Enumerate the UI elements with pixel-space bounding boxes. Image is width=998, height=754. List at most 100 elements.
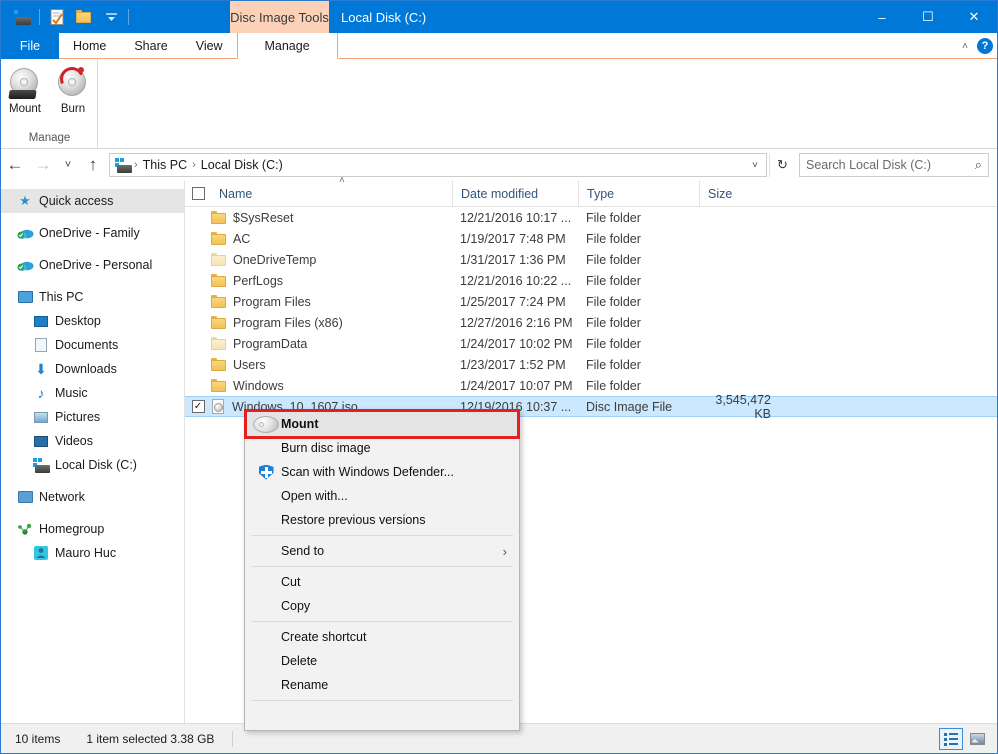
sidebar-item-onedrive-family[interactable]: OneDrive - Family xyxy=(1,221,184,245)
cell-date: 1/19/2017 7:48 PM xyxy=(452,232,578,246)
downloads-icon: ⬇ xyxy=(31,361,51,378)
file-name: ProgramData xyxy=(233,337,307,351)
column-header-date-modified[interactable]: Date modified xyxy=(452,181,578,207)
thumbnail-view-button[interactable] xyxy=(965,728,989,750)
table-row[interactable]: Users 1/23/2017 1:52 PM File folder xyxy=(185,354,997,375)
up-button[interactable]: ↑ xyxy=(79,151,107,179)
tab-share[interactable]: Share xyxy=(120,33,181,59)
refresh-button[interactable]: ↻ xyxy=(769,153,795,177)
defender-shield-icon xyxy=(253,465,279,480)
search-icon[interactable]: ⌕ xyxy=(975,157,982,173)
mount-button-label: Mount xyxy=(9,103,41,115)
sidebar-item-local-disk[interactable]: Local Disk (C:) xyxy=(1,453,184,477)
sidebar-item-quick-access[interactable]: ★ Quick access xyxy=(1,189,184,213)
menu-item-burn-disc-image[interactable]: Burn disc image xyxy=(245,436,519,460)
file-name: PerfLogs xyxy=(233,274,283,288)
column-headers: Name ˄ Date modified Type Size xyxy=(185,181,997,207)
menu-item-cut[interactable]: Cut xyxy=(245,570,519,594)
file-name: Windows xyxy=(233,379,284,393)
chevron-down-icon[interactable]: ˅ xyxy=(744,154,766,176)
column-header-size[interactable]: Size xyxy=(699,181,779,207)
breadcrumb-separator-0: › xyxy=(132,159,140,171)
menu-separator xyxy=(251,566,513,567)
breadcrumb-item-local-disk[interactable]: Local Disk (C:) xyxy=(198,158,286,172)
folder-icon xyxy=(211,358,227,371)
menu-item-copy[interactable]: Copy xyxy=(245,594,519,618)
mount-button[interactable]: Mount xyxy=(2,64,48,115)
table-row[interactable]: ProgramData 1/24/2017 10:02 PM File fold… xyxy=(185,333,997,354)
menu-item-create-shortcut[interactable]: Create shortcut xyxy=(245,625,519,649)
minimize-button[interactable]: – xyxy=(859,1,905,33)
drive-properties-icon[interactable] xyxy=(9,4,35,30)
table-row[interactable]: PerfLogs 12/21/2016 10:22 ... File folde… xyxy=(185,270,997,291)
recent-locations-button[interactable]: ˅ xyxy=(57,151,79,179)
forward-button[interactable]: → xyxy=(29,151,57,179)
close-button[interactable]: ✕ xyxy=(951,1,997,33)
nav-gap xyxy=(1,509,184,517)
sidebar-item-pictures[interactable]: Pictures xyxy=(1,405,184,429)
menu-item-properties[interactable] xyxy=(245,704,519,728)
breadcrumb[interactable]: › This PC › Local Disk (C:) ˅ xyxy=(109,153,767,177)
sidebar-item-label: This PC xyxy=(39,290,83,304)
new-folder-icon[interactable] xyxy=(71,4,97,30)
customize-dropdown-icon[interactable] xyxy=(98,4,124,30)
menu-item-label: Rename xyxy=(281,678,328,692)
sidebar-item-network[interactable]: Network xyxy=(1,485,184,509)
sidebar-item-music[interactable]: ♪ Music xyxy=(1,381,184,405)
maximize-button[interactable]: ☐ xyxy=(905,1,951,33)
column-header-type[interactable]: Type xyxy=(578,181,699,207)
tab-file[interactable]: File xyxy=(1,33,59,59)
sidebar-item-homegroup[interactable]: Homegroup xyxy=(1,517,184,541)
table-row[interactable]: Program Files 1/25/2017 7:24 PM File fol… xyxy=(185,291,997,312)
tab-manage[interactable]: Manage xyxy=(237,33,338,59)
ribbon-group-title: Manage xyxy=(1,132,98,144)
cell-type: Disc Image File xyxy=(578,400,699,414)
table-row[interactable]: $SysReset 12/21/2016 10:17 ... File fold… xyxy=(185,207,997,228)
breadcrumb-item-this-pc[interactable]: This PC xyxy=(140,158,190,172)
menu-item-label: Open with... xyxy=(281,489,348,503)
burn-button[interactable]: Burn xyxy=(50,64,96,115)
details-view-button[interactable] xyxy=(939,728,963,750)
menu-item-mount[interactable]: Mount xyxy=(245,412,519,436)
sidebar-item-label: Videos xyxy=(55,434,93,448)
file-name: $SysReset xyxy=(233,211,293,225)
cell-date: 12/27/2016 2:16 PM xyxy=(452,316,578,330)
menu-item-delete[interactable]: Delete xyxy=(245,649,519,673)
table-row[interactable]: OneDriveTemp 1/31/2017 1:36 PM File fold… xyxy=(185,249,997,270)
sidebar-item-onedrive-personal[interactable]: OneDrive - Personal xyxy=(1,253,184,277)
breadcrumb-separator-1: › xyxy=(190,159,198,171)
menu-item-scan-with-windows-defender[interactable]: Scan with Windows Defender... xyxy=(245,460,519,484)
search-input[interactable]: Search Local Disk (C:) ⌕ xyxy=(799,153,989,177)
sidebar-item-documents[interactable]: Documents xyxy=(1,333,184,357)
cell-size: 3,545,472 KB xyxy=(699,393,779,421)
select-all-checkbox[interactable] xyxy=(185,187,211,200)
file-name: Users xyxy=(233,358,266,372)
sidebar-item-desktop[interactable]: Desktop xyxy=(1,309,184,333)
properties-icon[interactable] xyxy=(44,4,70,30)
window-title: Local Disk (C:) xyxy=(341,1,426,33)
back-button[interactable]: ← xyxy=(1,151,29,179)
cell-type: File folder xyxy=(578,253,699,267)
column-header-name[interactable]: Name ˄ xyxy=(211,181,452,207)
sidebar-item-videos[interactable]: Videos xyxy=(1,429,184,453)
sidebar-item-this-pc[interactable]: This PC xyxy=(1,285,184,309)
table-row[interactable]: Windows 1/24/2017 10:07 PM File folder xyxy=(185,375,997,396)
cell-date: 1/31/2017 1:36 PM xyxy=(452,253,578,267)
table-row[interactable]: Program Files (x86) 12/27/2016 2:16 PM F… xyxy=(185,312,997,333)
star-icon: ★ xyxy=(15,193,35,209)
menu-item-restore-previous-versions[interactable]: Restore previous versions xyxy=(245,508,519,532)
cell-type: File folder xyxy=(578,358,699,372)
row-checkbox[interactable]: ✓ xyxy=(185,400,211,413)
sidebar-item-mauro-huc[interactable]: Mauro Huc xyxy=(1,541,184,565)
menu-item-send-to[interactable]: Send to › xyxy=(245,539,519,563)
menu-item-open-with[interactable]: Open with... xyxy=(245,484,519,508)
help-icon[interactable]: ? xyxy=(977,38,993,54)
item-count-label: 10 items xyxy=(1,732,60,746)
tab-home[interactable]: Home xyxy=(59,33,120,59)
sidebar-item-downloads[interactable]: ⬇ Downloads xyxy=(1,357,184,381)
tab-view[interactable]: View xyxy=(182,33,237,59)
cell-name: Program Files (x86) xyxy=(211,316,452,330)
collapse-ribbon-icon[interactable]: ˄ xyxy=(962,41,968,52)
menu-item-rename[interactable]: Rename xyxy=(245,673,519,697)
table-row[interactable]: AC 1/19/2017 7:48 PM File folder xyxy=(185,228,997,249)
